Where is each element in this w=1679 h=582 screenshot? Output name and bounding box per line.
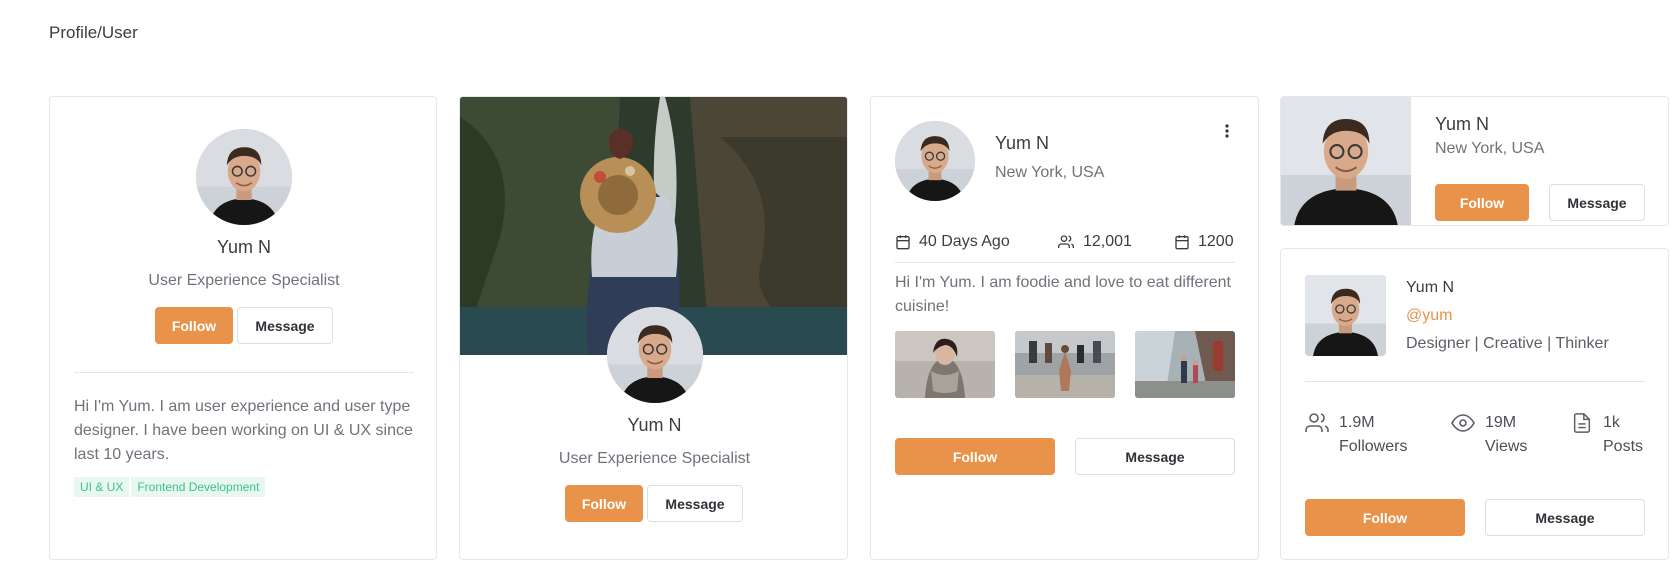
- document-icon: [1573, 413, 1591, 433]
- stat-posts-label: Posts: [1603, 438, 1644, 455]
- meta-date: 40 Days Ago: [895, 233, 1010, 251]
- calendar-icon: [896, 235, 910, 250]
- profile-bio: Hi I'm Yum. I am foodie and love to eat …: [895, 274, 1231, 315]
- tag-ui-ux[interactable]: UI & UX: [74, 477, 130, 497]
- stat-followers-label: Followers: [1339, 438, 1408, 455]
- profile-role: User Experience Specialist: [558, 450, 751, 467]
- follow-button[interactable]: Follow: [1305, 499, 1465, 536]
- avatar: [607, 307, 703, 403]
- meta-followers: 12,001: [1057, 233, 1132, 251]
- profile-location: New York, USA: [1435, 140, 1545, 157]
- calendar-icon: [1175, 235, 1189, 250]
- follow-button[interactable]: Follow: [155, 307, 233, 344]
- meta-followers-text: 12,001: [1083, 233, 1132, 250]
- stat-views-label: Views: [1485, 438, 1528, 455]
- tag-list: UI & UX Frontend Development: [74, 477, 267, 497]
- stat-followers: 1.9M Followers: [1305, 411, 1407, 459]
- profile-name: Yum N: [216, 237, 272, 257]
- avatar-portrait: [895, 121, 975, 201]
- avatar: [1281, 97, 1411, 225]
- page-title: Profile/User: [49, 23, 138, 42]
- message-button[interactable]: Message: [1485, 499, 1645, 536]
- profile-card-detailed: Yum N New York, USA 40 Days Ago 12,001 1…: [870, 96, 1259, 560]
- eye-icon: [1451, 414, 1475, 432]
- stat-followers-value: 1.9M: [1339, 414, 1375, 431]
- profile-card-stats: Yum N @yum Designer | Creative | Thinker…: [1280, 248, 1669, 560]
- message-button[interactable]: Message: [237, 307, 333, 344]
- avatar: [196, 129, 292, 225]
- follow-button[interactable]: Follow: [565, 485, 643, 522]
- avatar-portrait: [196, 129, 292, 225]
- avatar-portrait: [1305, 275, 1386, 356]
- users-icon: [1058, 235, 1074, 248]
- meta-count: 1200: [1174, 233, 1234, 251]
- profile-handle[interactable]: @yum: [1406, 307, 1452, 325]
- message-button[interactable]: Message: [647, 485, 743, 522]
- profile-name: Yum N: [1435, 114, 1490, 134]
- profile-tagline: Designer | Creative | Thinker: [1406, 335, 1609, 352]
- avatar: [895, 121, 975, 201]
- users-icon: [1305, 413, 1329, 432]
- follow-button[interactable]: Follow: [1435, 184, 1529, 221]
- meta-date-text: 40 Days Ago: [919, 233, 1010, 250]
- photo-thumbnail[interactable]: [1135, 331, 1235, 398]
- profile-role: User Experience Specialist: [148, 272, 340, 289]
- profile-card-basic: Yum N User Experience Specialist Follow …: [49, 96, 437, 560]
- divider: [74, 372, 414, 373]
- divider: [1305, 381, 1645, 382]
- profile-name: Yum N: [1406, 279, 1455, 296]
- message-button[interactable]: Message: [1549, 184, 1645, 221]
- message-button[interactable]: Message: [1075, 438, 1235, 475]
- photo-thumbnail[interactable]: [895, 331, 995, 398]
- stat-posts: 1k Posts: [1571, 411, 1643, 459]
- profile-card-horizontal: Yum N New York, USA Follow Message: [1280, 96, 1669, 226]
- stat-views: 19M Views: [1451, 411, 1527, 459]
- profile-name: Yum N: [995, 133, 1050, 153]
- follow-button[interactable]: Follow: [895, 438, 1055, 475]
- stat-views-value: 19M: [1485, 414, 1517, 431]
- avatar-portrait: [1281, 97, 1411, 225]
- tag-frontend-development[interactable]: Frontend Development: [131, 477, 266, 497]
- profile-bio: Hi I'm Yum. I am user experience and use…: [74, 398, 413, 463]
- divider: [895, 262, 1235, 263]
- avatar-portrait: [607, 307, 703, 403]
- stat-posts-value: 1k: [1603, 414, 1620, 431]
- photo-thumbnail[interactable]: [1015, 331, 1115, 398]
- profile-location: New York, USA: [995, 164, 1105, 181]
- meta-count-text: 1200: [1198, 233, 1234, 250]
- profile-card-cover: Yum N User Experience Specialist Follow …: [459, 96, 848, 560]
- more-vertical-icon[interactable]: [1221, 121, 1233, 141]
- avatar: [1305, 275, 1386, 356]
- profile-name: Yum N: [627, 415, 682, 435]
